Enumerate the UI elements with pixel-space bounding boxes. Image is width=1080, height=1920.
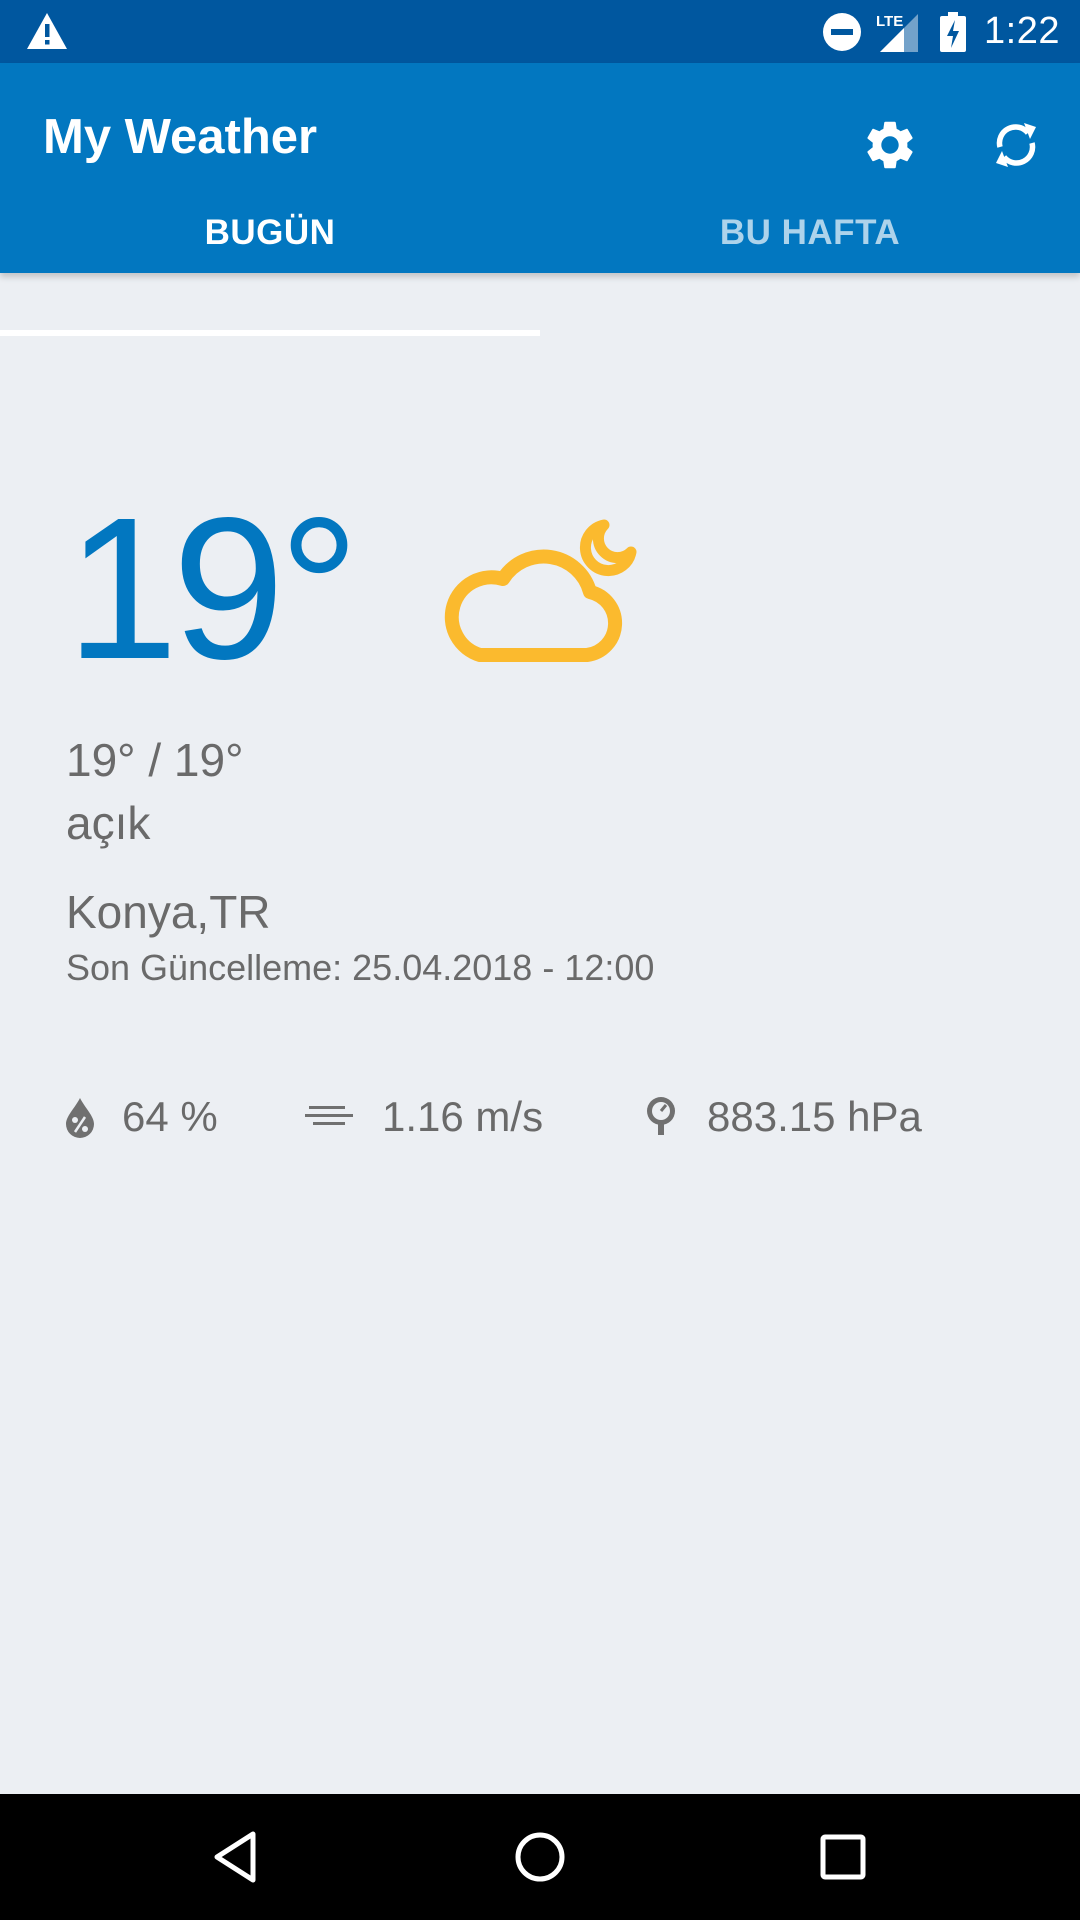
wind-icon [305, 1106, 353, 1125]
refresh-button[interactable] [974, 103, 1058, 187]
min-max-temperature: 19° / 19° [66, 734, 244, 786]
recents-button[interactable] [768, 1794, 918, 1920]
svg-text:LTE: LTE [876, 13, 903, 30]
wind-value: 1.16 m/s [382, 1093, 544, 1140]
partly-cloudy-night-icon [444, 519, 637, 662]
status-icons: LTE 1:22 [822, 0, 1060, 63]
back-icon [214, 1831, 256, 1883]
navigation-bar [0, 1794, 1080, 1920]
app-title: My Weather [43, 110, 318, 164]
settings-button[interactable] [848, 103, 932, 187]
home-button[interactable] [465, 1794, 615, 1920]
location-label: Konya,TR [66, 886, 271, 938]
settings-icon [867, 121, 913, 169]
recents-icon [820, 1834, 866, 1880]
refresh-icon [996, 123, 1036, 167]
pressure-gauge-icon [647, 1097, 675, 1135]
weather-description: açık [66, 797, 151, 849]
tab-this-week[interactable]: BU HAFTA [540, 193, 1080, 273]
tab-indicator [0, 330, 540, 336]
home-icon [515, 1832, 565, 1882]
lte-signal-icon: LTE [876, 13, 919, 52]
app-bar: My Weather BUGÜN BU HAFTA [0, 63, 1080, 336]
back-button[interactable] [160, 1794, 310, 1920]
humidity-icon [66, 1098, 94, 1138]
battery-charging-icon [940, 11, 967, 52]
status-time: 1:22 [984, 10, 1060, 52]
warning-icon [27, 13, 67, 49]
do-not-disturb-icon [823, 12, 862, 51]
last-updated: Son Güncelleme: 25.04.2018 - 12:00 [66, 947, 655, 988]
pressure-value: 883.15 hPa [707, 1093, 922, 1140]
current-temperature: 19° [66, 475, 359, 701]
tab-today[interactable]: BUGÜN [0, 193, 540, 273]
humidity-value: 64 % [122, 1093, 218, 1140]
status-bar: LTE 1:22 [0, 0, 1080, 63]
